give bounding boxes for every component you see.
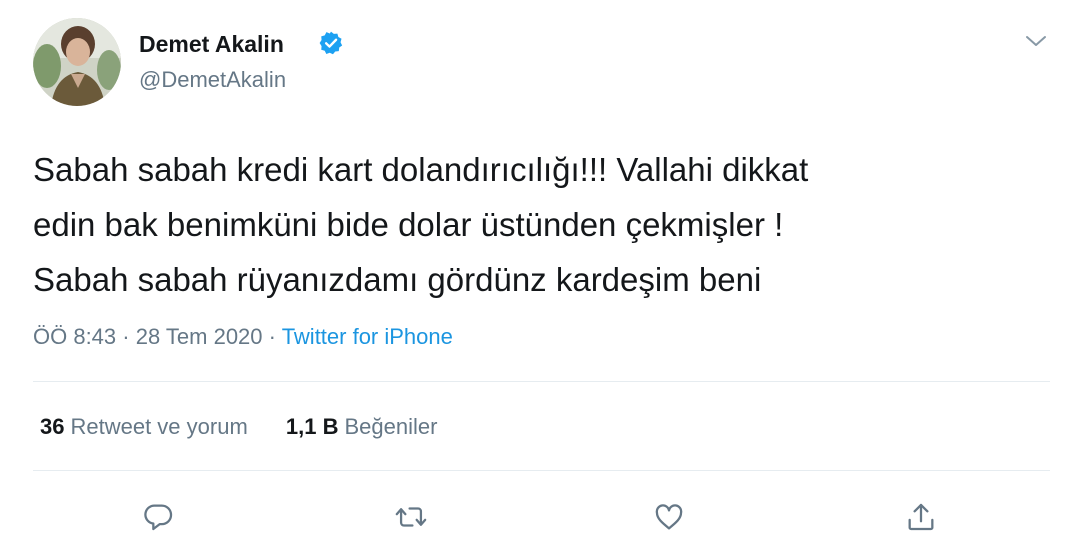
tweet-text-line: Sabah sabah rüyanızdamı gördünz kardeşim… [33, 261, 762, 298]
verified-badge-icon [319, 31, 343, 55]
reply-button[interactable] [142, 500, 176, 534]
tweet-text: Sabah sabah kredi kart dolandırıcılığı!!… [33, 142, 1033, 307]
reply-icon [144, 504, 173, 531]
retweets-stat[interactable]: 36 Retweet ve yorum [40, 412, 248, 442]
heart-icon [655, 504, 683, 530]
tweet-meta: ÖÖ 8:43 · 28 Tem 2020 · Twitter for iPho… [33, 322, 453, 352]
avatar[interactable] [33, 18, 121, 106]
likes-count: 1,1 B [285, 414, 339, 439]
tweet-text-line: edin bak benimküni bide dolar üstünden ç… [33, 206, 784, 243]
tweet-time[interactable]: ÖÖ 8:43 [33, 324, 116, 349]
meta-separator: · [262, 324, 282, 349]
chevron-down-icon[interactable] [1024, 33, 1048, 49]
tweet-source-link[interactable]: Twitter for iPhone [282, 324, 453, 349]
meta-separator: · [116, 324, 136, 349]
tweet-stats: 36 Retweet ve yorum 1,1 B Beğeniler [40, 412, 469, 442]
retweet-button[interactable] [394, 500, 428, 534]
tweet-date[interactable]: 28 Tem 2020 [136, 324, 263, 349]
likes-label: Beğeniler [344, 414, 438, 439]
user-handle[interactable]: @DemetAkalin [139, 66, 286, 94]
tweet-card: Demet Akalin @DemetAkalin Sabah sabah kr… [0, 0, 1076, 555]
divider [33, 381, 1050, 382]
share-icon [908, 503, 934, 531]
like-button[interactable] [652, 500, 686, 534]
tweet-text-line: Sabah sabah kredi kart dolandırıcılığı!!… [33, 151, 809, 188]
display-name[interactable]: Demet Akalin [139, 30, 284, 58]
retweets-count: 36 [40, 414, 65, 439]
retweets-label: Retweet ve yorum [70, 414, 248, 439]
retweet-icon [395, 507, 427, 527]
share-button[interactable] [904, 500, 938, 534]
avatar-photo [33, 18, 121, 106]
divider [33, 470, 1050, 471]
likes-stat[interactable]: 1,1 B Beğeniler [286, 412, 438, 442]
